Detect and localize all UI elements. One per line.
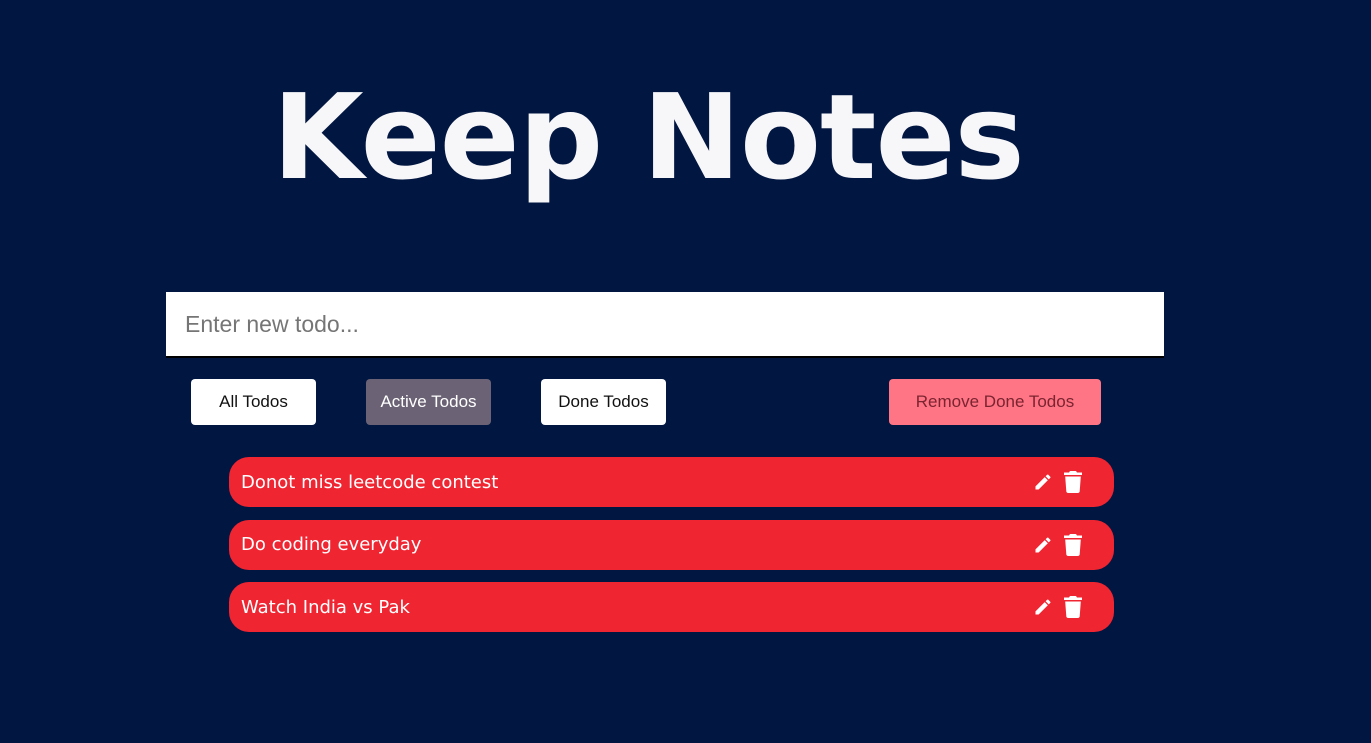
todo-text: Watch India vs Pak [241, 596, 410, 618]
active-todos-button[interactable]: Active Todos [366, 379, 491, 425]
todo-item[interactable]: Watch India vs Pak [229, 582, 1114, 632]
todo-text: Do coding everyday [241, 534, 422, 555]
pencil-icon[interactable] [1032, 595, 1054, 619]
all-todos-button[interactable]: All Todos [191, 379, 316, 425]
todo-item[interactable]: Donot miss leetcode contest [229, 457, 1114, 507]
trash-icon[interactable] [1062, 533, 1084, 557]
done-todos-button[interactable]: Done Todos [541, 379, 666, 425]
todo-item[interactable]: Do coding everyday [229, 519, 1114, 570]
todo-actions [1024, 533, 1084, 557]
pencil-icon[interactable] [1032, 533, 1054, 557]
trash-icon[interactable] [1062, 470, 1084, 494]
page-title: Keep Notes [272, 68, 1024, 206]
todo-actions [1024, 595, 1084, 619]
new-todo-input[interactable] [166, 292, 1164, 358]
remove-done-todos-button[interactable]: Remove Done Todos [889, 379, 1101, 425]
todo-actions [1024, 470, 1084, 494]
trash-icon[interactable] [1062, 595, 1084, 619]
pencil-icon[interactable] [1032, 470, 1054, 494]
todo-list: Donot miss leetcode contest Do coding ev… [229, 457, 1114, 645]
app-page: Keep Notes All Todos Active Todos Done T… [0, 0, 1371, 743]
todo-text: Donot miss leetcode contest [241, 471, 499, 493]
